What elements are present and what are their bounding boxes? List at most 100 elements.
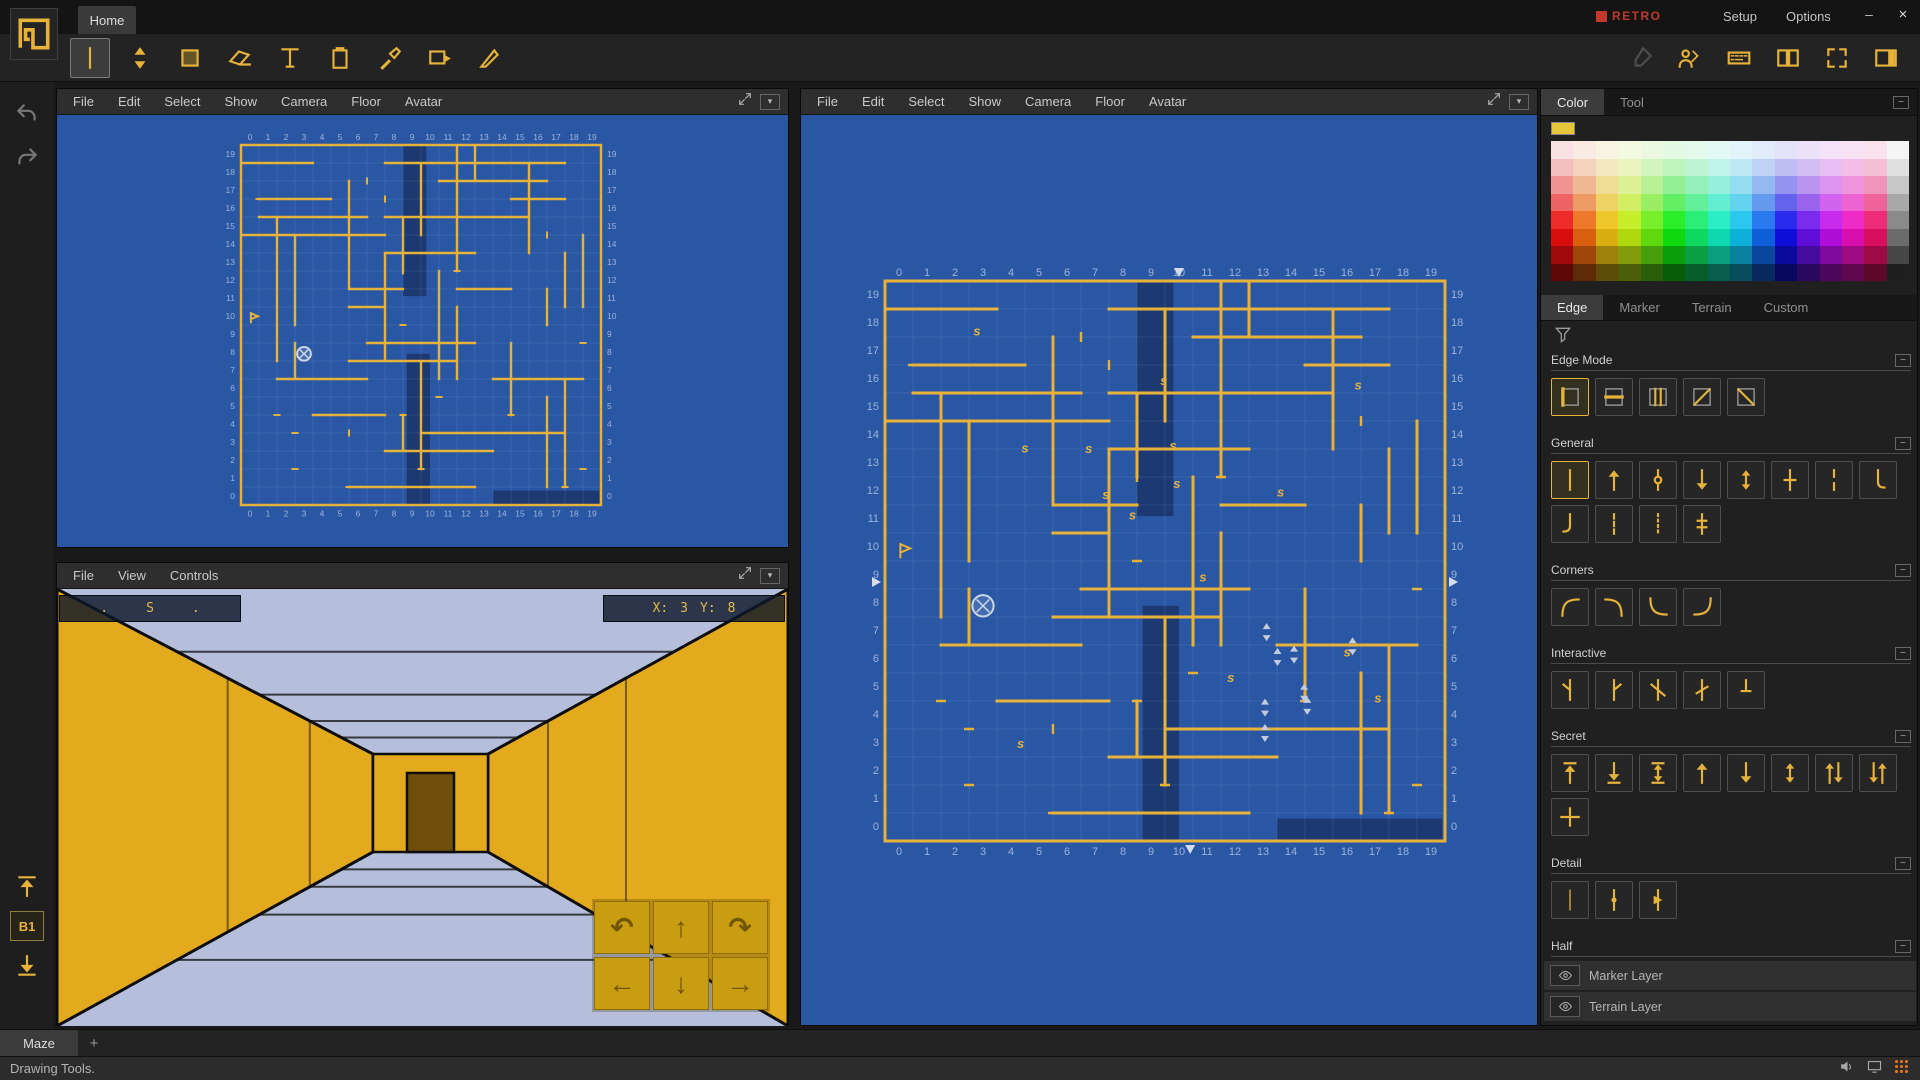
palette-swatch[interactable] <box>1618 158 1641 176</box>
palette-swatch[interactable] <box>1886 176 1909 194</box>
palette-swatch[interactable] <box>1819 176 1842 194</box>
palette-swatch[interactable] <box>1551 141 1574 159</box>
palette-swatch[interactable] <box>1662 176 1686 194</box>
palette-swatch[interactable] <box>1752 158 1775 176</box>
menu-select[interactable]: Select <box>164 94 200 109</box>
palette-swatch[interactable] <box>1864 141 1887 159</box>
menu-options[interactable]: Options <box>1786 9 1831 24</box>
palette-swatch[interactable] <box>1864 211 1887 229</box>
palette-swatch[interactable] <box>1707 228 1730 246</box>
palette-swatch[interactable] <box>1640 263 1663 281</box>
palette-swatch[interactable] <box>1774 263 1798 281</box>
palette-swatch[interactable] <box>1640 176 1663 194</box>
menu-floor[interactable]: Floor <box>1095 94 1125 109</box>
secret-push-up-button[interactable] <box>1551 754 1589 792</box>
secret-push-down-button[interactable] <box>1595 754 1633 792</box>
palette-swatch[interactable] <box>1774 176 1798 194</box>
expand-panel-icon[interactable] <box>737 565 753 586</box>
palette-swatch[interactable] <box>1573 246 1596 264</box>
palette-swatch[interactable] <box>1774 158 1798 176</box>
menu-file[interactable]: File <box>817 94 838 109</box>
tab-tool[interactable]: Tool <box>1604 89 1660 115</box>
eraser-tool[interactable] <box>220 38 260 78</box>
palette-swatch[interactable] <box>1797 228 1820 246</box>
secret-shift-up-button[interactable] <box>1815 754 1853 792</box>
palette-swatch[interactable] <box>1551 158 1574 176</box>
palette-swatch[interactable] <box>1774 141 1798 159</box>
palette-swatch[interactable] <box>1730 176 1753 194</box>
palette-swatch[interactable] <box>1640 228 1663 246</box>
palette-swatch[interactable] <box>1730 246 1753 264</box>
secret-pass-down-button[interactable] <box>1727 754 1765 792</box>
palette-swatch[interactable] <box>1886 158 1909 176</box>
edge-one-way-down-button[interactable] <box>1683 461 1721 499</box>
corner-ne-button[interactable] <box>1595 588 1633 626</box>
palette-swatch[interactable] <box>1618 176 1641 194</box>
edge-tool[interactable] <box>70 38 110 78</box>
detail-thin-button[interactable] <box>1551 881 1589 919</box>
palette-swatch[interactable] <box>1707 263 1730 281</box>
palette-swatch[interactable] <box>1595 211 1619 229</box>
interactive-switch-button[interactable] <box>1683 671 1721 709</box>
palette-swatch[interactable] <box>1595 228 1619 246</box>
palette-swatch[interactable] <box>1819 158 1842 176</box>
floor-up-button[interactable] <box>10 869 44 903</box>
menu-file[interactable]: File <box>73 94 94 109</box>
palette-swatch[interactable] <box>1797 193 1820 211</box>
tab-marker[interactable]: Marker <box>1603 295 1675 320</box>
edge-dotted-button[interactable] <box>1639 505 1677 543</box>
tab-maze[interactable]: Maze <box>0 1030 78 1057</box>
palette-swatch[interactable] <box>1774 228 1798 246</box>
panel-menu-button[interactable]: ▾ <box>760 93 780 110</box>
palette-swatch[interactable] <box>1707 193 1730 211</box>
menu-camera[interactable]: Camera <box>1025 94 1071 109</box>
menu-view[interactable]: View <box>118 568 146 583</box>
grid-icon[interactable] <box>1893 1058 1910 1080</box>
redo-button[interactable] <box>10 140 44 174</box>
palette-swatch[interactable] <box>1618 263 1641 281</box>
paste-tool[interactable] <box>320 38 360 78</box>
palette-swatch[interactable] <box>1841 158 1865 176</box>
palette-swatch[interactable] <box>1752 176 1775 194</box>
palette-swatch[interactable] <box>1886 211 1909 229</box>
palette-swatch[interactable] <box>1685 158 1708 176</box>
step-back-button[interactable]: ↓ <box>653 957 709 1010</box>
palette-swatch[interactable] <box>1864 263 1887 281</box>
turn-left-button[interactable]: ↶ <box>594 901 650 954</box>
collapse-section-icon[interactable]: − <box>1895 563 1911 577</box>
palette-swatch[interactable] <box>1819 263 1842 281</box>
secret-pass-both-button[interactable] <box>1771 754 1809 792</box>
palette-swatch[interactable] <box>1707 211 1730 229</box>
palette-swatch[interactable] <box>1864 176 1887 194</box>
palette-swatch[interactable] <box>1819 193 1842 211</box>
floor-map-large[interactable]: 0019 191118 182217 173316 164415 155514 146613… <box>801 115 1537 1026</box>
palette-swatch[interactable] <box>1662 246 1686 264</box>
palette-swatch[interactable] <box>1685 263 1708 281</box>
tab-edge[interactable]: Edge <box>1541 295 1604 320</box>
palette-swatch[interactable] <box>1886 141 1909 159</box>
palette-swatch[interactable] <box>1573 176 1596 194</box>
collapse-panel-icon[interactable]: − <box>1893 96 1909 109</box>
add-tab-button[interactable]: + <box>80 1030 108 1057</box>
palette-swatch[interactable] <box>1595 263 1619 281</box>
palette-swatch[interactable] <box>1752 263 1775 281</box>
edge-door-button[interactable] <box>1771 461 1809 499</box>
edge-mode-double-button[interactable] <box>1639 378 1677 416</box>
palette-swatch[interactable] <box>1662 141 1686 159</box>
marker-layer-row[interactable]: Marker Layer <box>1544 961 1916 990</box>
menu-camera[interactable]: Camera <box>281 94 327 109</box>
palette-swatch[interactable] <box>1819 246 1842 264</box>
palette-swatch[interactable] <box>1774 211 1798 229</box>
interactive-lever-right-button[interactable] <box>1595 671 1633 709</box>
edge-one-way-up-button[interactable] <box>1595 461 1633 499</box>
fullscreen[interactable] <box>1817 38 1857 78</box>
palette-swatch[interactable] <box>1640 141 1663 159</box>
filter-icon[interactable] <box>1553 325 1573 350</box>
palette-swatch[interactable] <box>1685 246 1708 264</box>
palette-swatch[interactable] <box>1752 246 1775 264</box>
menu-controls[interactable]: Controls <box>170 568 218 583</box>
menu-edit[interactable]: Edit <box>118 94 140 109</box>
palette-swatch[interactable] <box>1573 141 1596 159</box>
palette-swatch[interactable] <box>1640 211 1663 229</box>
expand-panel-icon[interactable] <box>1486 91 1502 112</box>
